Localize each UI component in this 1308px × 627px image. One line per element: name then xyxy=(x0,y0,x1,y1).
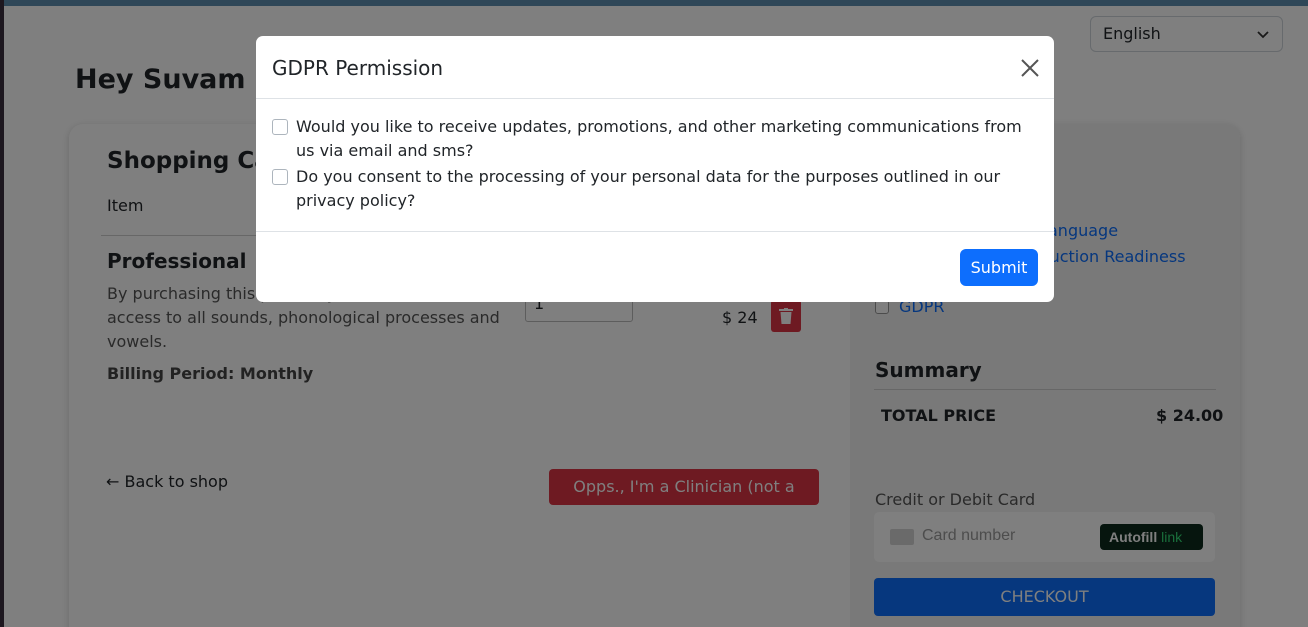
consent-processing-checkbox[interactable] xyxy=(272,169,288,185)
divider xyxy=(256,231,1054,232)
consent-marketing-checkbox[interactable] xyxy=(272,119,288,135)
consent-marketing-text: Would you like to receive updates, promo… xyxy=(296,117,1022,160)
consent-processing-text: Do you consent to the processing of your… xyxy=(296,167,1001,210)
submit-button[interactable]: Submit xyxy=(960,249,1038,286)
page: English Hey Suvam M, Shopping Cart Item … xyxy=(0,0,1308,627)
modal-title: GDPR Permission xyxy=(272,56,444,80)
close-icon[interactable] xyxy=(1020,58,1040,78)
gdpr-modal: GDPR Permission Would you like to receiv… xyxy=(256,36,1054,302)
divider xyxy=(256,98,1054,99)
